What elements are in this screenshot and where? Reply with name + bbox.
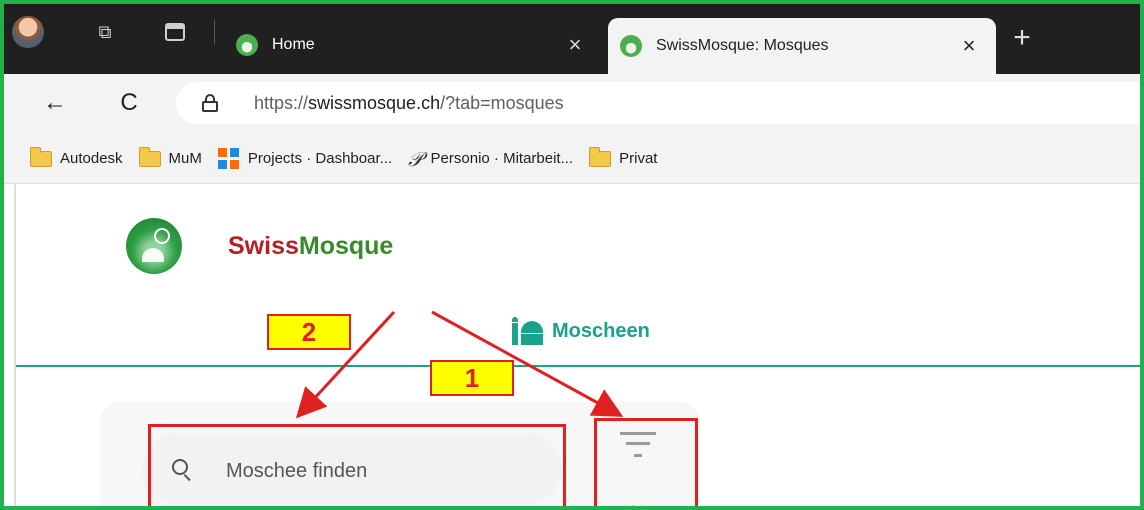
bookmark-label: MuM [168, 150, 202, 167]
url-path: /?tab=mosques [440, 93, 564, 113]
annotation-label-1: 1 [430, 360, 514, 396]
tab-title: Home [272, 36, 315, 53]
projects-icon [217, 147, 240, 170]
personio-icon: 𝒫 [408, 146, 423, 171]
url-scheme: https:// [254, 93, 309, 113]
screenshot-frame: ⧉ Home × SwissMosque: Mosques × + ← C ht… [0, 0, 1144, 510]
tab-close-icon[interactable]: × [560, 32, 590, 58]
url-host: swissmosque.ch [308, 93, 441, 113]
brand-name[interactable]: SwissMosque [228, 232, 393, 261]
bookmark-autodesk[interactable]: Autodesk [30, 146, 123, 167]
url-text[interactable]: https://swissmosque.ch/?tab=mosques [254, 93, 564, 114]
workspaces-icon[interactable]: ⧉ [94, 21, 116, 43]
back-button[interactable]: ← [40, 88, 70, 118]
bookmark-privat[interactable]: Privat [589, 146, 658, 167]
tab-moscheen-label: Moscheen [552, 319, 650, 342]
bookmark-personio[interactable]: 𝒫 Personio · Mitarbeit... [408, 147, 573, 171]
dome-icon [142, 248, 164, 262]
profile-avatar[interactable] [12, 16, 44, 48]
brand-mosque: Mosque [298, 232, 394, 260]
bookmark-label: Privat [619, 150, 658, 167]
nav-underline [16, 365, 1140, 367]
new-tab-button[interactable]: + [1006, 23, 1038, 56]
lock-icon[interactable] [202, 94, 218, 112]
bookmark-label: Projects · Dashboar... [247, 150, 393, 167]
moon-icon [154, 228, 170, 244]
folder-icon [30, 146, 52, 167]
brand-swiss: Swiss [228, 232, 299, 260]
browser-tabstrip: ⧉ Home × SwissMosque: Mosques × + [4, 4, 1140, 74]
bookmark-label: Autodesk [60, 150, 123, 167]
folder-icon [138, 146, 161, 167]
tab-close-icon[interactable]: × [954, 33, 984, 59]
browser-toolbar: ← C https://swissmosque.ch/?tab=mosques [4, 74, 1140, 134]
highlight-filter-box [594, 418, 698, 506]
bookmark-label: Personio · Mitarbeit... [430, 150, 574, 167]
page-left-border [14, 184, 16, 506]
folder-icon [589, 146, 612, 167]
favicon-icon [236, 34, 258, 56]
tab-moscheen[interactable]: Moscheen [512, 317, 650, 345]
bookmarks-bar: Autodesk MuM Projects · Dashboar... 𝒫 Pe… [4, 134, 1140, 184]
tab-title: SwissMosque: Mosques [656, 37, 829, 54]
mosque-icon [512, 317, 544, 345]
tab-swissmosque[interactable]: SwissMosque: Mosques × [608, 18, 996, 74]
swissmosque-logo[interactable] [126, 218, 182, 274]
bookmark-mum[interactable]: MuM [138, 146, 202, 167]
tab-actions-icon[interactable] [165, 23, 185, 41]
favicon-icon [620, 35, 642, 57]
address-bar[interactable]: https://swissmosque.ch/?tab=mosques [176, 82, 1140, 124]
tab-separator [214, 20, 215, 44]
tab-home[interactable]: Home × [224, 16, 602, 74]
bookmark-projects[interactable]: Projects · Dashboar... [217, 147, 393, 170]
reload-button[interactable]: C [114, 88, 144, 118]
annotation-label-2: 2 [267, 314, 351, 350]
highlight-search-box [148, 424, 566, 506]
